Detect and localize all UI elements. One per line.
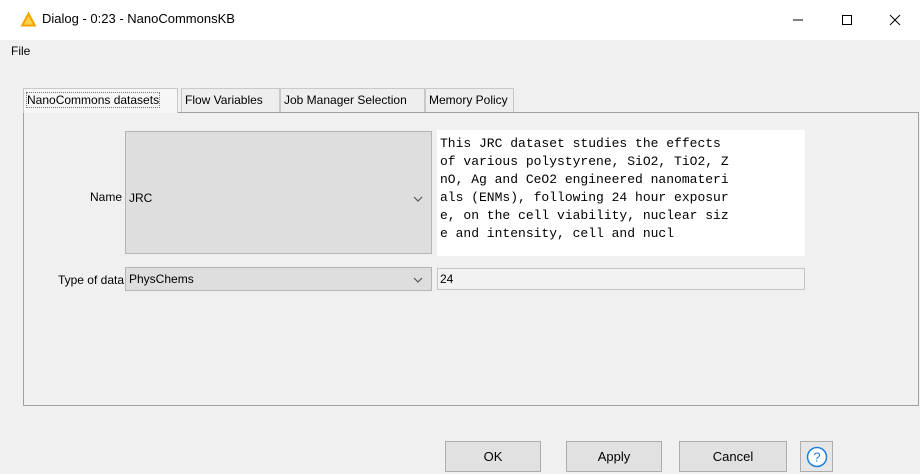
tab-memory-policy[interactable]: Memory Policy bbox=[425, 88, 514, 112]
svg-text:?: ? bbox=[813, 449, 820, 464]
warning-triangle-icon bbox=[20, 11, 37, 27]
tab-panel: Name JRC This JRC dataset studies the ef… bbox=[23, 112, 919, 406]
minimize-icon bbox=[793, 19, 803, 21]
window-title: Dialog - 0:23 - NanoCommonsKB bbox=[42, 11, 235, 26]
close-icon bbox=[889, 14, 901, 26]
maximize-button[interactable] bbox=[824, 0, 870, 40]
type-of-data-dropdown[interactable]: PhysChems bbox=[125, 267, 432, 291]
chevron-down-icon bbox=[413, 277, 423, 283]
type-of-data-value: PhysChems bbox=[129, 272, 194, 286]
apply-button[interactable]: Apply bbox=[566, 441, 662, 472]
menu-bar: File bbox=[0, 40, 920, 62]
tab-label: NanoCommons datasets bbox=[25, 92, 161, 108]
name-dropdown-value: JRC bbox=[129, 191, 153, 205]
tab-label: Flow Variables bbox=[185, 93, 263, 107]
cancel-button[interactable]: Cancel bbox=[679, 441, 787, 472]
name-label: Name bbox=[89, 190, 122, 204]
ok-button[interactable]: OK bbox=[445, 441, 541, 472]
name-dropdown[interactable]: JRC bbox=[125, 131, 432, 254]
close-button[interactable] bbox=[872, 0, 918, 40]
maximize-icon bbox=[842, 15, 852, 25]
tab-nanocommons-datasets[interactable]: NanoCommons datasets bbox=[23, 88, 178, 113]
tab-label: Job Manager Selection bbox=[284, 93, 407, 107]
tab-label: Memory Policy bbox=[429, 93, 508, 107]
help-icon: ? bbox=[806, 446, 827, 467]
minimize-button[interactable] bbox=[775, 0, 821, 40]
menu-file[interactable]: File bbox=[11, 44, 30, 58]
chevron-down-icon bbox=[413, 196, 423, 202]
tab-flow-variables[interactable]: Flow Variables bbox=[181, 88, 280, 112]
type-of-data-label: Type of data bbox=[57, 273, 124, 287]
dataset-description: This JRC dataset studies the effects of … bbox=[437, 130, 805, 256]
help-button[interactable]: ? bbox=[800, 441, 833, 472]
tab-job-manager-selection[interactable]: Job Manager Selection bbox=[280, 88, 425, 112]
title-bar: Dialog - 0:23 - NanoCommonsKB bbox=[0, 0, 920, 40]
count-field[interactable]: 24 bbox=[437, 268, 805, 290]
